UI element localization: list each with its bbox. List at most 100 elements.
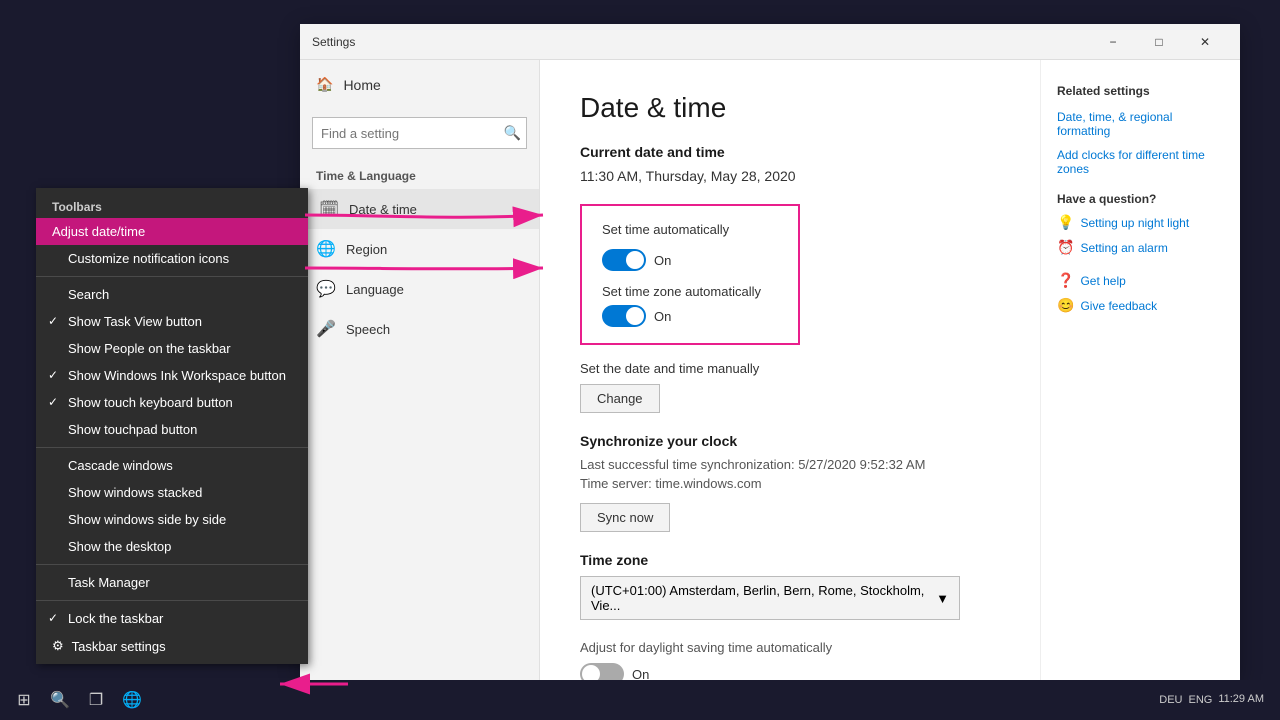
timezone-section: Time zone (UTC+01:00) Amsterdam, Berlin,… <box>580 552 1000 620</box>
taskbar-context-menu[interactable]: Toolbars Adjust date/time Customize noti… <box>36 188 308 664</box>
calendar-icon: 🗓 <box>319 199 339 219</box>
settings-titlebar: Settings − □ ✕ <box>300 24 1240 60</box>
taskbar-search-icon[interactable]: 🔍 <box>44 684 76 716</box>
taskbar-clock[interactable]: 11:29 AM <box>1218 692 1272 707</box>
context-menu-taskbar-settings[interactable]: ⚙ Taskbar settings <box>36 632 308 660</box>
alarm-icon: ⏰ <box>1057 239 1074 256</box>
context-menu-stacked[interactable]: Show windows stacked <box>36 479 308 506</box>
settings-sidebar: 🏠 Home 🔍 Time & Language 🗓 Date & time 🌐… <box>300 60 540 680</box>
context-menu-show-desktop[interactable]: Show the desktop <box>36 533 308 560</box>
daylight-section: Adjust for daylight saving time automati… <box>580 640 1000 680</box>
context-menu-customize-notifications[interactable]: Customize notification icons <box>36 245 308 272</box>
have-question: Have a question? <box>1057 192 1224 206</box>
sidebar-search-box: 🔍 <box>312 117 527 149</box>
timezone-chevron-icon: ▼ <box>936 591 949 606</box>
sidebar-item-language[interactable]: 💬 Language <box>300 269 539 309</box>
night-light-row: 💡 Setting up night light <box>1057 214 1224 231</box>
sync-info: Last successful time synchronization: 5/… <box>580 457 1000 472</box>
related-link-formatting[interactable]: Date, time, & regional formatting <box>1057 110 1224 138</box>
related-title: Related settings <box>1057 84 1224 98</box>
home-label: Home <box>343 77 380 93</box>
sidebar-item-region[interactable]: 🌐 Region <box>300 229 539 269</box>
context-menu-task-manager[interactable]: Task Manager <box>36 569 308 596</box>
page-title: Date & time <box>580 92 1000 124</box>
timezone-title: Time zone <box>580 552 1000 568</box>
feedback-row: 😊 Give feedback <box>1057 297 1224 314</box>
set-time-toggle-row: On <box>602 249 778 271</box>
manual-title: Set the date and time manually <box>580 361 1000 376</box>
get-help-icon: ❓ <box>1057 272 1074 289</box>
manual-section: Set the date and time manually Change <box>580 361 1000 413</box>
night-light-icon: 💡 <box>1057 214 1074 231</box>
time-server: Time server: time.windows.com <box>580 476 1000 491</box>
context-menu-adjust-datetime[interactable]: Adjust date/time <box>36 218 308 245</box>
set-time-auto-label: Set time automatically <box>602 222 729 237</box>
get-help-link[interactable]: Get help <box>1080 274 1125 288</box>
sync-now-button[interactable]: Sync now <box>580 503 670 532</box>
sync-title: Synchronize your clock <box>580 433 1000 449</box>
settings-main: Date & time Current date and time 11:30 … <box>540 60 1040 680</box>
context-menu-section-header: Toolbars <box>36 192 308 218</box>
context-menu-show-people[interactable]: Show People on the taskbar <box>36 335 308 362</box>
timezone-dropdown[interactable]: (UTC+01:00) Amsterdam, Berlin, Bern, Rom… <box>580 576 960 620</box>
daylight-toggle[interactable] <box>580 663 624 680</box>
nav-label-language: Language <box>346 282 404 297</box>
context-menu-lock-taskbar[interactable]: Lock the taskbar <box>36 605 308 632</box>
feedback-link[interactable]: Give feedback <box>1080 299 1157 313</box>
context-menu-ink-workspace[interactable]: Show Windows Ink Workspace button <box>36 362 308 389</box>
context-menu-task-view[interactable]: Show Task View button <box>36 308 308 335</box>
taskbar-edge-icon[interactable]: 🌐 <box>116 684 148 716</box>
nav-label-speech: Speech <box>346 322 390 337</box>
daylight-label: Adjust for daylight saving time automati… <box>580 640 1000 655</box>
nav-label-date-time: Date & time <box>349 202 417 217</box>
maximize-button[interactable]: □ <box>1136 24 1182 60</box>
set-time-toggle-label: On <box>654 253 671 268</box>
sidebar-item-date-time[interactable]: 🗓 Date & time <box>300 189 539 229</box>
titlebar-controls: − □ ✕ <box>1090 24 1228 60</box>
sync-section: Synchronize your clock Last successful t… <box>580 433 1000 532</box>
set-timezone-toggle-label: On <box>654 309 671 324</box>
search-input[interactable] <box>312 117 527 149</box>
tray-keyboard-icon: DEU <box>1159 694 1182 706</box>
night-light-link[interactable]: Setting up night light <box>1080 216 1189 230</box>
related-link-clocks[interactable]: Add clocks for different time zones <box>1057 148 1224 176</box>
related-settings-panel: Related settings Date, time, & regional … <box>1040 60 1240 680</box>
taskbar-task-view-icon[interactable]: ❐ <box>80 684 112 716</box>
set-time-auto-row: Set time automatically <box>602 222 778 237</box>
context-menu-touch-keyboard[interactable]: Show touch keyboard button <box>36 389 308 416</box>
minimize-button[interactable]: − <box>1090 24 1136 60</box>
set-timezone-auto-row: Set time zone automatically <box>602 283 778 301</box>
divider-4 <box>36 600 308 601</box>
daylight-toggle-row: On <box>580 663 1000 680</box>
divider-1 <box>36 276 308 277</box>
alarm-link[interactable]: Setting an alarm <box>1080 241 1167 255</box>
taskbar: ⊞ 🔍 ❐ 🌐 DEU ENG 11:29 AM <box>0 680 1280 720</box>
set-timezone-toggle[interactable] <box>602 305 646 327</box>
current-date-title: Current date and time <box>580 144 1000 160</box>
settings-window: Settings − □ ✕ 🏠 Home 🔍 Time & Language … <box>300 24 1240 680</box>
auto-settings-box: Set time automatically On Set time zone … <box>580 204 800 345</box>
sidebar-home[interactable]: 🏠 Home <box>300 60 539 109</box>
divider-2 <box>36 447 308 448</box>
sidebar-section-label: Time & Language <box>300 157 539 189</box>
set-time-toggle[interactable] <box>602 249 646 271</box>
context-menu-side-by-side[interactable]: Show windows side by side <box>36 506 308 533</box>
context-menu-search[interactable]: Search <box>36 281 308 308</box>
settings-title: Settings <box>312 35 1090 49</box>
language-icon: 💬 <box>316 279 336 299</box>
settings-body: 🏠 Home 🔍 Time & Language 🗓 Date & time 🌐… <box>300 60 1240 680</box>
context-menu-cascade[interactable]: Cascade windows <box>36 452 308 479</box>
tray-lang-icon: ENG <box>1188 694 1212 706</box>
change-button[interactable]: Change <box>580 384 660 413</box>
taskbar-start-icon[interactable]: ⊞ <box>8 684 40 716</box>
alarm-row: ⏰ Setting an alarm <box>1057 239 1224 256</box>
taskbar-tray: DEU ENG 11:29 AM <box>1159 692 1272 707</box>
feedback-icon: 😊 <box>1057 297 1074 314</box>
sidebar-item-speech[interactable]: 🎤 Speech <box>300 309 539 349</box>
close-button[interactable]: ✕ <box>1182 24 1228 60</box>
timezone-value: (UTC+01:00) Amsterdam, Berlin, Bern, Rom… <box>591 583 936 613</box>
context-menu-touchpad[interactable]: Show touchpad button <box>36 416 308 443</box>
home-icon: 🏠 <box>316 76 333 93</box>
speech-icon: 🎤 <box>316 319 336 339</box>
search-icon: 🔍 <box>504 125 521 142</box>
